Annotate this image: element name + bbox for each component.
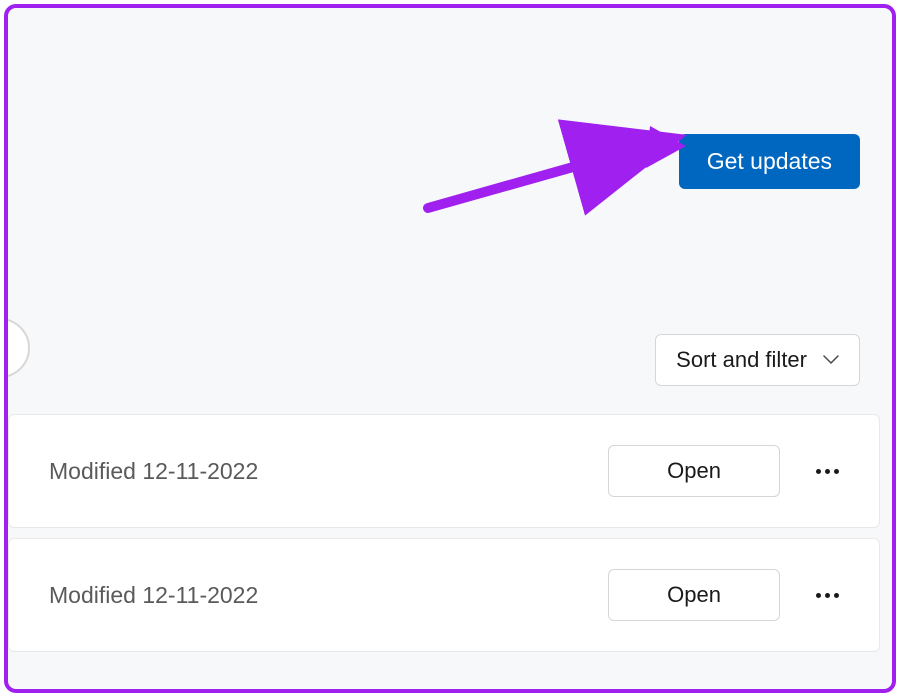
ellipsis-icon: [834, 593, 839, 598]
annotation-arrow: [408, 98, 688, 218]
chevron-down-icon: [823, 355, 839, 365]
item-actions: Open: [608, 569, 847, 621]
header-area: Get updates: [8, 8, 892, 298]
app-frame: Get updates Sort and filter Modified 12-…: [4, 4, 896, 693]
get-updates-button[interactable]: Get updates: [679, 134, 860, 189]
ellipsis-icon: [825, 593, 830, 598]
ellipsis-icon: [816, 593, 821, 598]
open-button[interactable]: Open: [608, 569, 780, 621]
filter-bar: Sort and filter: [8, 298, 892, 408]
ellipsis-icon: [825, 469, 830, 474]
modified-date-text: Modified 12-11-2022: [49, 458, 258, 485]
ellipsis-icon: [816, 469, 821, 474]
open-button[interactable]: Open: [608, 445, 780, 497]
modified-date-text: Modified 12-11-2022: [49, 582, 258, 609]
item-actions: Open: [608, 445, 847, 497]
sort-filter-button[interactable]: Sort and filter: [655, 334, 860, 386]
list-item: Modified 12-11-2022 Open: [8, 538, 880, 652]
sort-filter-label: Sort and filter: [676, 347, 807, 373]
more-options-button[interactable]: [808, 585, 847, 606]
partial-avatar-circle: [4, 318, 30, 378]
items-list: Modified 12-11-2022 Open Modified 12-11-…: [8, 414, 892, 652]
ellipsis-icon: [834, 469, 839, 474]
list-item: Modified 12-11-2022 Open: [8, 414, 880, 528]
more-options-button[interactable]: [808, 461, 847, 482]
